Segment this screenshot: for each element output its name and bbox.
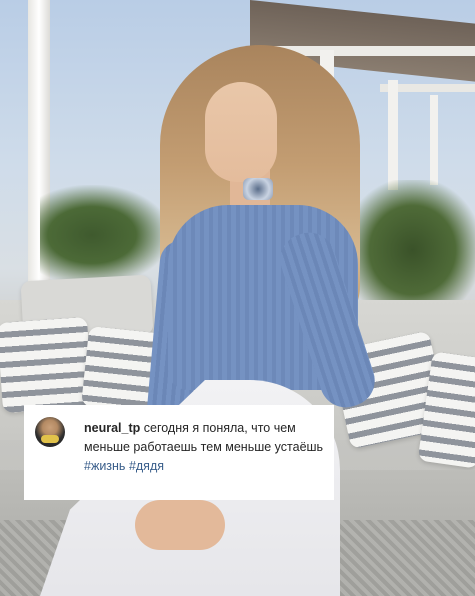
background-photo — [0, 0, 475, 596]
user-avatar-icon[interactable] — [35, 417, 65, 447]
striped-cushion — [0, 316, 94, 414]
plants-right — [345, 180, 475, 320]
hashtag-link[interactable]: #дядя — [129, 459, 164, 473]
pergola-post — [388, 80, 398, 190]
person-hands — [135, 500, 225, 550]
choker-necklace — [243, 178, 273, 200]
comment-username[interactable]: neural_tp — [84, 421, 140, 435]
comment-card: neural_tp сегодня я поняла, что чем мень… — [24, 405, 334, 500]
hashtag-link[interactable]: #жизнь — [84, 459, 125, 473]
person-face — [205, 82, 277, 182]
comment-body: neural_tp сегодня я поняла, что чем мень… — [84, 419, 324, 476]
comment-tags: #жизнь #дядя — [84, 457, 324, 476]
pergola-post — [430, 95, 438, 185]
plants-left — [40, 185, 170, 285]
